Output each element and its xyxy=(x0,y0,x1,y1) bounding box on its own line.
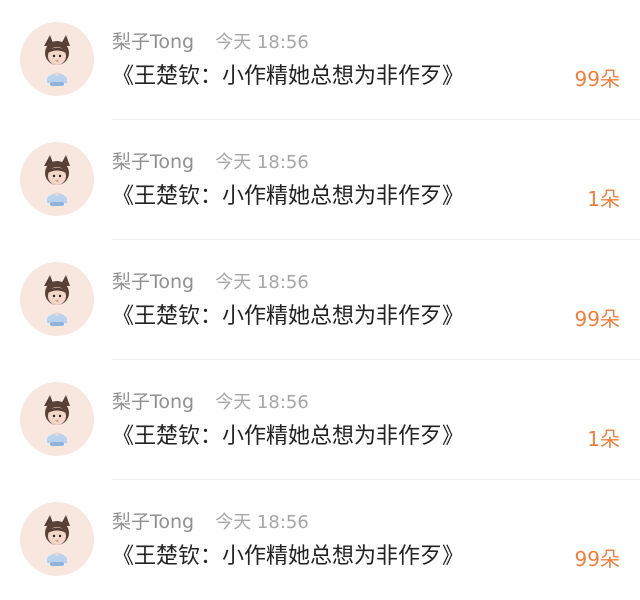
gift-count: 99朵 xyxy=(574,67,620,91)
message-text: 《王楚钦：小作精她总想为非作歹》 xyxy=(112,544,465,569)
message-text: 《王楚钦：小作精她总想为非作歹》 xyxy=(112,424,465,449)
avatar[interactable] xyxy=(20,262,94,336)
message-text: 《王楚钦：小作精她总想为非作歹》 xyxy=(112,64,465,89)
message-list: 梨子Tong 今天 18:56 《王楚钦：小作精她总想为非作歹》 99朵 梨子T… xyxy=(0,0,640,600)
message-row[interactable]: 梨子Tong 今天 18:56 《王楚钦：小作精她总想为非作歹》 99朵 xyxy=(0,0,640,120)
message-row[interactable]: 梨子Tong 今天 18:56 《王楚钦：小作精她总想为非作歹》 99朵 xyxy=(0,480,640,600)
sender-name[interactable]: 梨子Tong xyxy=(112,271,194,293)
message-row[interactable]: 梨子Tong 今天 18:56 《王楚钦：小作精她总想为非作歹》 1朵 xyxy=(0,360,640,480)
gift-count: 99朵 xyxy=(574,307,620,331)
chibi-girl-avatar-icon xyxy=(44,515,70,566)
message-time: 今天 18:56 xyxy=(215,272,309,293)
gift-count: 1朵 xyxy=(587,187,620,211)
gift-count: 1朵 xyxy=(587,427,620,451)
name-line: 梨子Tong 今天 18:56 xyxy=(112,510,309,534)
name-line: 梨子Tong 今天 18:56 xyxy=(112,270,309,294)
gift-count: 99朵 xyxy=(574,547,620,571)
sender-name[interactable]: 梨子Tong xyxy=(112,511,194,533)
avatar[interactable] xyxy=(20,22,94,96)
message-time: 今天 18:56 xyxy=(215,512,309,533)
sender-name[interactable]: 梨子Tong xyxy=(112,391,194,413)
message-time: 今天 18:56 xyxy=(215,32,309,53)
name-line: 梨子Tong 今天 18:56 xyxy=(112,390,309,414)
name-line: 梨子Tong 今天 18:56 xyxy=(112,150,309,174)
sender-name[interactable]: 梨子Tong xyxy=(112,151,194,173)
chibi-girl-avatar-icon xyxy=(44,395,70,446)
message-time: 今天 18:56 xyxy=(215,392,309,413)
chibi-girl-avatar-icon xyxy=(44,35,70,86)
avatar[interactable] xyxy=(20,502,94,576)
message-row[interactable]: 梨子Tong 今天 18:56 《王楚钦：小作精她总想为非作歹》 1朵 xyxy=(0,120,640,240)
avatar[interactable] xyxy=(20,142,94,216)
name-line: 梨子Tong 今天 18:56 xyxy=(112,30,309,54)
message-text: 《王楚钦：小作精她总想为非作歹》 xyxy=(112,304,465,329)
message-time: 今天 18:56 xyxy=(215,152,309,173)
avatar[interactable] xyxy=(20,382,94,456)
chibi-girl-avatar-icon xyxy=(44,155,70,206)
message-row[interactable]: 梨子Tong 今天 18:56 《王楚钦：小作精她总想为非作歹》 99朵 xyxy=(0,240,640,360)
sender-name[interactable]: 梨子Tong xyxy=(112,31,194,53)
message-text: 《王楚钦：小作精她总想为非作歹》 xyxy=(112,184,465,209)
chibi-girl-avatar-icon xyxy=(44,275,70,326)
